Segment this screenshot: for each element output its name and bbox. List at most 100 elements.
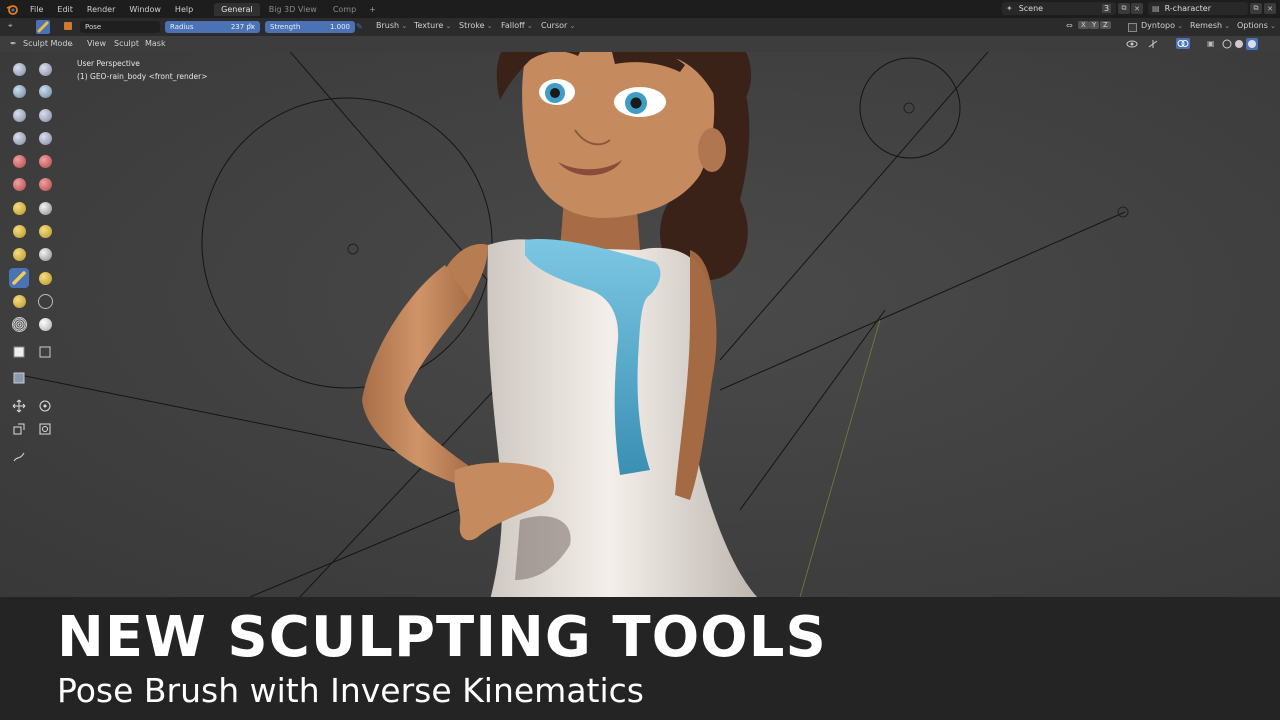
strength-label: Strength <box>270 23 301 31</box>
rotate-brush-icon[interactable] <box>35 244 55 264</box>
dyntopo-menu[interactable]: Dyntopo <box>1141 21 1183 30</box>
rotate-icon[interactable] <box>35 396 55 416</box>
annotate-icon[interactable] <box>9 447 29 467</box>
scene-name: Scene <box>1018 4 1044 13</box>
strength-field[interactable]: Strength 1.000 <box>265 21 355 33</box>
menu-file[interactable]: File <box>23 5 50 14</box>
cursor-menu[interactable]: Cursor <box>541 21 575 30</box>
symmetry-z-toggle[interactable]: Z <box>1100 21 1111 29</box>
top-menu-bar: File Edit Render Window Help General Big… <box>0 0 1280 18</box>
menu-window[interactable]: Window <box>122 5 168 14</box>
mesh-filter-icon[interactable] <box>9 368 29 388</box>
brush-name: Pose <box>85 23 102 31</box>
smooth-brush-icon[interactable] <box>9 151 29 171</box>
scrape-brush-icon[interactable] <box>35 174 55 194</box>
view-layer-selector[interactable]: ▤ R-character <box>1148 2 1248 15</box>
inflate-brush-icon[interactable] <box>35 105 55 125</box>
brush-menu[interactable]: Brush <box>376 21 407 30</box>
mode-dropdown-icon[interactable]: ⌄ <box>68 39 75 48</box>
radius-pressure-icon[interactable]: ✎ <box>248 22 255 31</box>
symmetry-y-toggle[interactable]: Y <box>1089 21 1100 29</box>
move-icon[interactable] <box>9 396 29 416</box>
dyntopo-checkbox[interactable] <box>1128 23 1137 32</box>
flatten-brush-icon[interactable] <box>35 151 55 171</box>
overlays-icon[interactable] <box>1176 38 1190 49</box>
blob-brush-icon[interactable] <box>9 128 29 148</box>
view-object-types-icon[interactable] <box>1126 39 1138 51</box>
editor-type-icon[interactable]: ⌖ <box>8 21 13 31</box>
workspace-tab-big-3d-view[interactable]: Big 3D View <box>262 3 324 16</box>
mask-menu[interactable]: Mask <box>145 39 166 48</box>
texture-menu[interactable]: Texture <box>414 21 451 30</box>
tool-settings-bar: ⌖ Pose Radius 237 px ✎ Strength 1.000 ✎ … <box>0 18 1280 36</box>
new-scene-icon[interactable]: ⧉ <box>1118 3 1130 14</box>
banner-subtitle: Pose Brush with Inverse Kinematics <box>57 671 644 710</box>
mode-selector[interactable]: Sculpt Mode <box>23 39 72 48</box>
symmetry-x-toggle[interactable]: X <box>1078 21 1089 29</box>
box-hide-icon[interactable] <box>35 342 55 362</box>
elastic-deform-brush-icon[interactable] <box>9 221 29 241</box>
brush-color-icon <box>64 22 72 30</box>
crease-brush-icon[interactable] <box>35 128 55 148</box>
draw-sharp-brush-icon[interactable] <box>35 59 55 79</box>
stroke-menu[interactable]: Stroke <box>459 21 493 30</box>
pose-brush-tool-icon[interactable] <box>9 268 29 288</box>
workspace-tab-general[interactable]: General <box>214 2 260 16</box>
scene-selector[interactable]: ✦ Scene 3 <box>1002 2 1116 15</box>
blender-logo-icon[interactable] <box>5 2 19 16</box>
shading-solid-icon[interactable] <box>1234 39 1244 51</box>
radius-field[interactable]: Radius 237 px <box>165 21 260 33</box>
strength-pressure-icon[interactable]: ✎ <box>356 22 363 31</box>
layer-brush-icon[interactable] <box>9 105 29 125</box>
shading-wireframe-icon[interactable] <box>1222 39 1232 51</box>
clay-strips-brush-icon[interactable] <box>35 81 55 101</box>
scene-count: 3 <box>1102 4 1112 13</box>
xray-icon[interactable]: ▣ <box>1207 39 1215 48</box>
add-workspace-button[interactable]: + <box>363 5 382 14</box>
pose-brush-icon[interactable] <box>36 20 50 34</box>
box-mask-icon[interactable] <box>9 342 29 362</box>
scene-icon: ✦ <box>1006 4 1013 13</box>
transform-icon[interactable] <box>35 419 55 439</box>
snake-hook-brush-icon[interactable] <box>35 221 55 241</box>
options-menu[interactable]: Options <box>1237 21 1276 30</box>
viewport-perspective-label: User Perspective <box>77 59 140 68</box>
grab-brush-icon[interactable] <box>35 198 55 218</box>
draw-face-sets-icon[interactable] <box>35 314 55 334</box>
falloff-menu[interactable]: Falloff <box>501 21 533 30</box>
view-menu[interactable]: View <box>87 39 106 48</box>
clay-brush-icon[interactable] <box>9 81 29 101</box>
3d-viewport[interactable]: User Perspective (1) GEO-rain_body <fron… <box>0 52 1280 597</box>
viewport-scene <box>0 52 1280 597</box>
delete-view-layer-icon[interactable]: ✕ <box>1264 3 1276 14</box>
new-view-layer-icon[interactable]: ⧉ <box>1250 3 1262 14</box>
gizmo-icon[interactable] <box>1147 39 1159 51</box>
banner-title: NEW SCULPTING TOOLS <box>57 605 827 670</box>
menu-edit[interactable]: Edit <box>50 5 80 14</box>
workspace-tab-comp[interactable]: Comp <box>326 3 363 16</box>
mask-brush-icon[interactable] <box>9 314 29 334</box>
radius-label: Radius <box>170 23 194 31</box>
sculpt-menu[interactable]: Sculpt <box>114 39 139 48</box>
view-layer-name: R-character <box>1164 4 1211 13</box>
symmetry-icon[interactable]: ⇔ <box>1066 21 1073 30</box>
scale-icon[interactable] <box>9 419 29 439</box>
delete-scene-icon[interactable]: ✕ <box>1131 3 1143 14</box>
thumb-brush-icon[interactable] <box>9 244 29 264</box>
remesh-menu[interactable]: Remesh <box>1190 21 1230 30</box>
shading-material-icon[interactable] <box>1246 38 1258 52</box>
sculpt-mode-icon: ✒ <box>10 39 17 48</box>
viewport-header: ✒ Sculpt Mode ⌄ View Sculpt Mask ▣ <box>0 36 1280 52</box>
pinch-brush-icon[interactable] <box>9 198 29 218</box>
strength-value: 1.000 <box>329 23 350 31</box>
simplify-brush-icon[interactable] <box>35 291 55 311</box>
nudge-brush-icon[interactable] <box>35 268 55 288</box>
view-layer-icon: ▤ <box>1152 4 1160 13</box>
draw-brush-icon[interactable] <box>9 59 29 79</box>
viewport-object-label: (1) GEO-rain_body <front_render> <box>77 72 208 81</box>
brush-name-field[interactable]: Pose <box>80 21 160 33</box>
slide-relax-brush-icon[interactable] <box>9 291 29 311</box>
menu-render[interactable]: Render <box>80 5 122 14</box>
menu-help[interactable]: Help <box>168 5 200 14</box>
fill-brush-icon[interactable] <box>9 174 29 194</box>
